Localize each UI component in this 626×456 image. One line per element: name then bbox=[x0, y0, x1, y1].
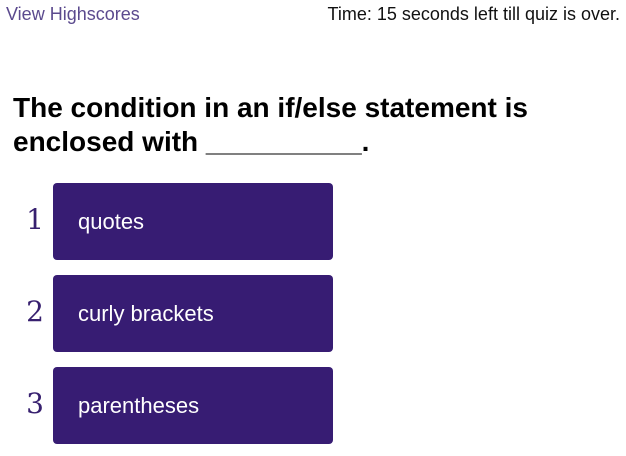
choice-button-quotes[interactable]: quotes bbox=[53, 183, 333, 260]
choice-button-parentheses[interactable]: parentheses bbox=[53, 367, 333, 444]
choice-list: 1 quotes 2 curly brackets 3 parentheses bbox=[0, 183, 400, 456]
header-bar: View Highscores Time: 15 seconds left ti… bbox=[6, 2, 620, 26]
choice-row: 1 quotes bbox=[0, 183, 400, 260]
choice-button-curly-brackets[interactable]: curly brackets bbox=[53, 275, 333, 352]
quiz-page: View Highscores Time: 15 seconds left ti… bbox=[0, 0, 626, 456]
question-text: The condition in an if/else statement is… bbox=[13, 92, 528, 157]
choice-number: 3 bbox=[26, 387, 44, 420]
choice-number: 1 bbox=[26, 203, 44, 236]
choice-row: 2 curly brackets bbox=[0, 275, 400, 352]
view-highscores-link[interactable]: View Highscores bbox=[6, 4, 140, 25]
timer-text: Time: 15 seconds left till quiz is over. bbox=[327, 3, 620, 24]
choice-row: 3 parentheses bbox=[0, 367, 400, 444]
choice-number: 2 bbox=[26, 295, 44, 328]
